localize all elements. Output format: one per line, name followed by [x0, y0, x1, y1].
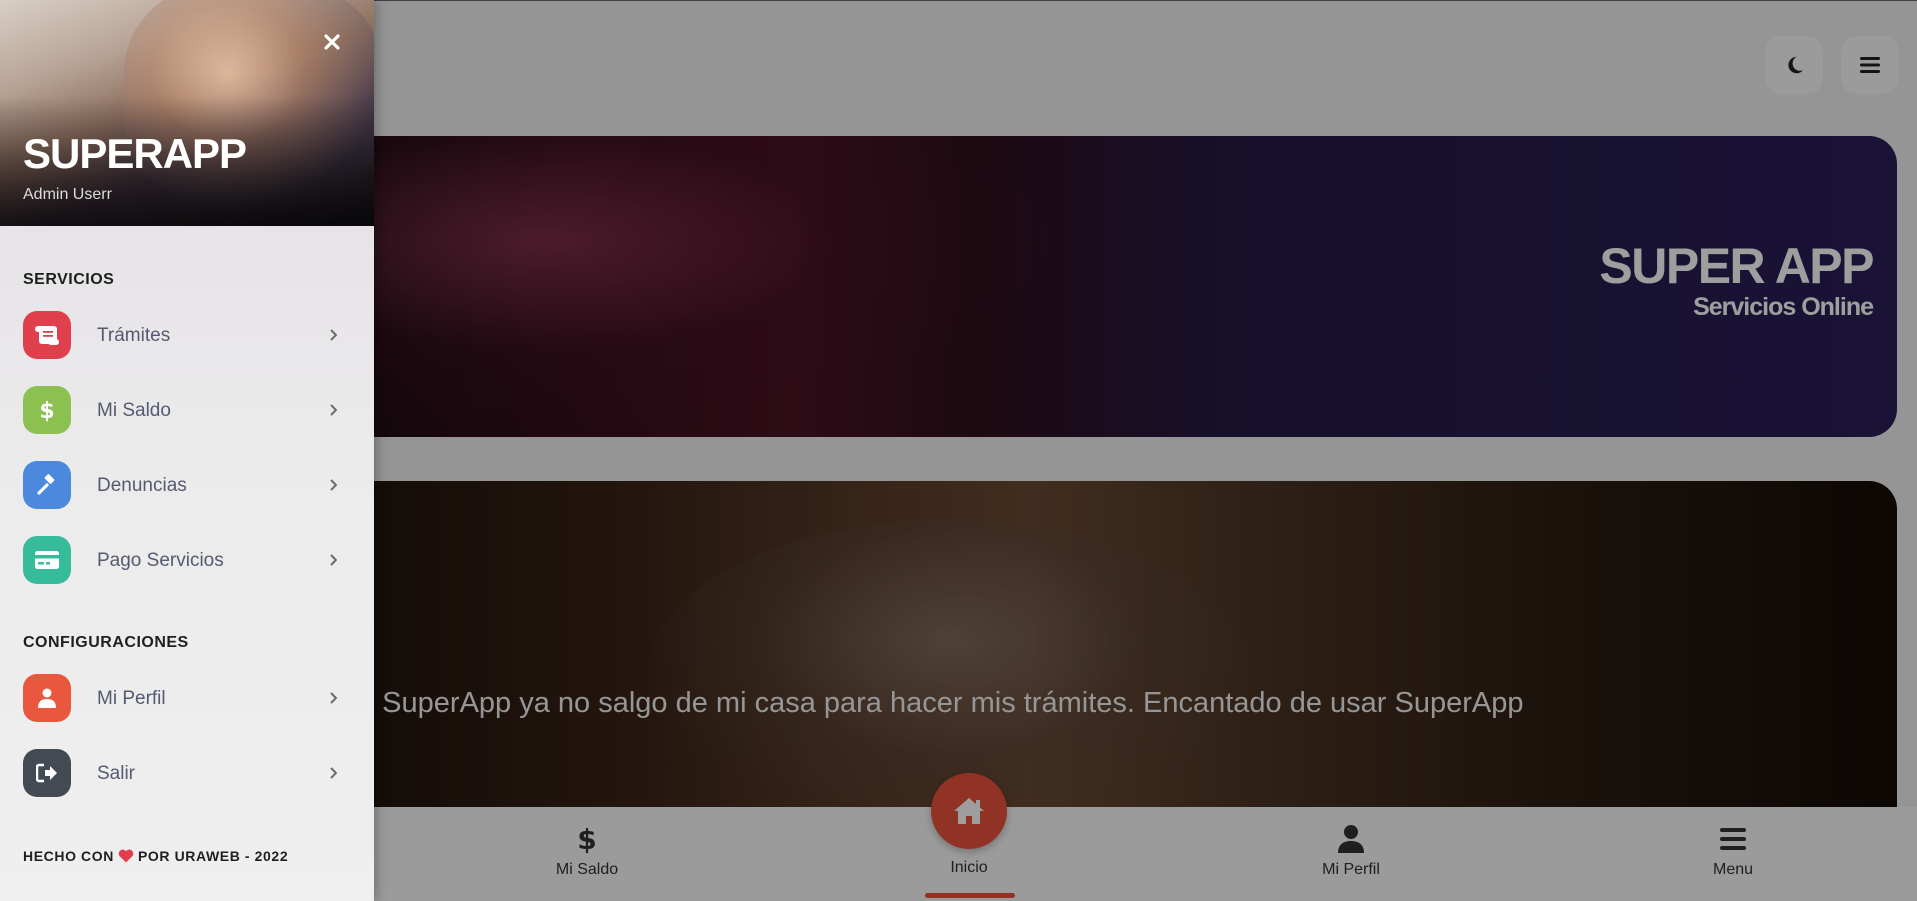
- sidebar-item-pago-servicios[interactable]: Pago Servicios: [0, 530, 374, 592]
- chevron-right-icon: [326, 688, 340, 708]
- sidebar-item-label: Salir: [97, 763, 136, 784]
- sidebar-footer: HECHO CON POR URAWEB - 2022: [23, 848, 288, 864]
- sidebar-header: SUPERAPP Admin Userr: [0, 0, 374, 226]
- sidebar-item-label: Trámites: [97, 325, 171, 346]
- sidebar-user-name: Admin Userr: [23, 186, 112, 203]
- sidebar-item-label: Denuncias: [97, 475, 187, 496]
- sidebar-item-mi-perfil[interactable]: Mi Perfil: [0, 668, 374, 730]
- sidebar-item-mi-saldo[interactable]: $ Mi Saldo: [0, 380, 374, 442]
- chevron-right-icon: [326, 550, 340, 570]
- section-title-configuraciones: CONFIGURACIONES: [23, 634, 189, 651]
- sidebar-item-tramites[interactable]: Trámites: [0, 305, 374, 367]
- close-icon[interactable]: [320, 30, 344, 54]
- sidebar-item-salir[interactable]: Salir: [0, 743, 374, 805]
- heart-icon: [118, 849, 134, 863]
- scroll-icon: [23, 311, 71, 359]
- footer-text-after: POR URAWEB - 2022: [137, 848, 289, 864]
- sidebar-item-label: Mi Perfil: [97, 688, 166, 709]
- user-icon: [23, 674, 71, 722]
- sign-out-icon: [23, 749, 71, 797]
- sidebar-item-denuncias[interactable]: Denuncias: [0, 455, 374, 517]
- sidebar-title: SUPERAPP: [23, 130, 247, 177]
- chevron-right-icon: [326, 475, 340, 495]
- chevron-right-icon: [326, 400, 340, 420]
- sidebar-item-label: Mi Saldo: [97, 400, 171, 421]
- sidebar-item-label: Pago Servicios: [97, 550, 224, 571]
- section-title-servicios: SERVICIOS: [23, 271, 115, 288]
- dollar-icon: $: [23, 386, 71, 434]
- credit-card-icon: [23, 536, 71, 584]
- chevron-right-icon: [326, 763, 340, 783]
- chevron-right-icon: [326, 325, 340, 345]
- footer-text-before: HECHO CON: [23, 848, 114, 864]
- svg-text:$: $: [39, 399, 54, 423]
- sidebar: SUPERAPP Admin Userr SERVICIOS Trámites …: [0, 0, 374, 901]
- gavel-icon: [23, 461, 71, 509]
